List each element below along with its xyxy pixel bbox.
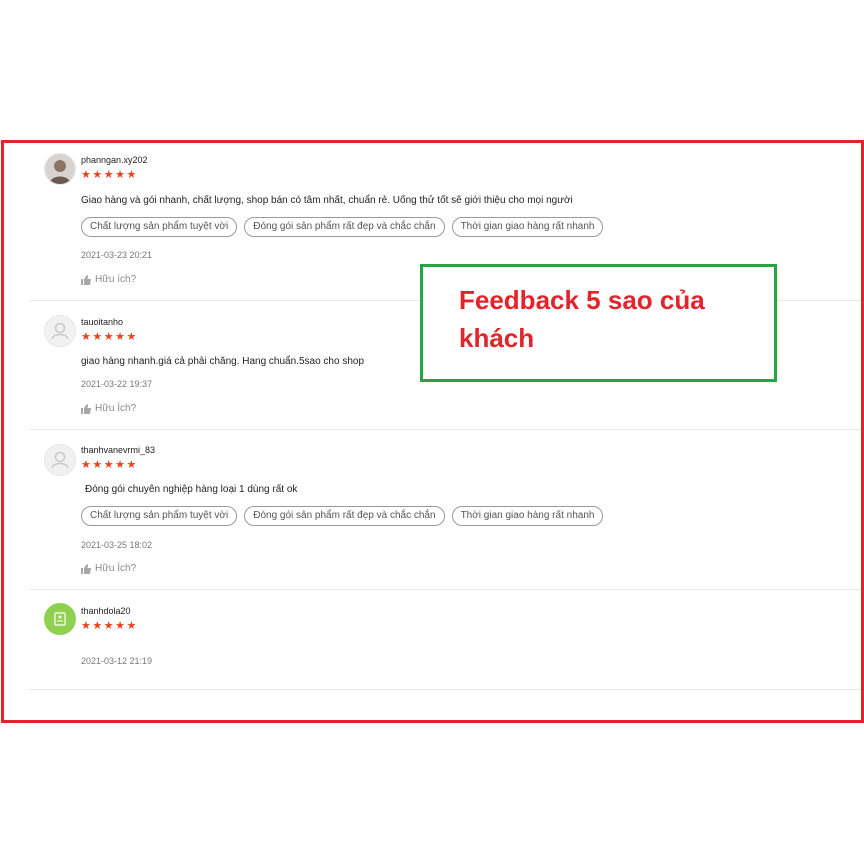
review-username[interactable]: tauoitanho [81, 317, 123, 327]
helpful-label: Hữu ích? [95, 274, 137, 285]
review-tag[interactable]: Thời gian giao hàng rất nhanh [451, 217, 604, 237]
thumbs-up-icon [81, 563, 91, 574]
helpful-button[interactable]: Hữu Ích? [81, 403, 136, 414]
review-username[interactable]: phanngan.xy202 [81, 155, 148, 165]
rating-stars: ★★★★★ [81, 169, 138, 181]
review-comment: giao hàng nhanh.giá cả phải chăng. Hang … [81, 356, 365, 367]
review-tag[interactable]: Chất lượng sản phẩm tuyệt vời [81, 217, 238, 237]
rating-stars: ★★★★★ [81, 459, 138, 471]
review-username[interactable]: thanhvanevrmi_83 [81, 445, 155, 455]
rating-stars: ★★★★★ [81, 331, 138, 343]
review-username[interactable]: thanhdola20 [81, 606, 131, 616]
default-user-icon [45, 445, 75, 475]
review-tag[interactable]: Chất lượng sản phẩm tuyệt vời [81, 506, 238, 526]
default-user-icon [45, 316, 75, 346]
review-date: 2021-03-23 20:21 [81, 250, 153, 260]
thumbs-up-icon [81, 403, 91, 414]
review-tag[interactable]: Đóng gói sản phẩm rất đẹp và chắc chắn [244, 506, 445, 526]
user-avatar[interactable] [44, 603, 76, 635]
review-tags: Chất lượng sản phẩm tuyệt vời Đóng gói s… [81, 506, 604, 526]
review-divider [29, 589, 861, 590]
helpful-button[interactable]: Hữu Ích? [81, 563, 136, 574]
feedback-callout-box: Feedback 5 sao của khách [420, 264, 777, 382]
review-tag[interactable]: Đóng gói sản phẩm rất đẹp và chắc chắn [244, 217, 445, 237]
user-avatar[interactable] [44, 444, 76, 476]
review-comment: Giao hàng và gói nhanh, chất lượng, shop… [81, 195, 573, 206]
review-comment: Đóng gói chuyên nghiệp hàng loại 1 dùng … [85, 484, 298, 495]
review-divider [29, 689, 861, 690]
helpful-label: Hữu Ích? [95, 563, 137, 574]
reviews-panel: phanngan.xy202 ★★★★★ Giao hàng và gói nh… [1, 140, 864, 723]
rating-stars: ★★★★★ [81, 620, 138, 632]
helpful-button[interactable]: Hữu ích? [81, 274, 136, 285]
thumbs-up-icon [81, 274, 91, 285]
review-tag[interactable]: Thời gian giao hàng rất nhanh [451, 506, 604, 526]
callout-text: Feedback 5 sao của khách [459, 285, 705, 353]
user-avatar[interactable] [44, 315, 76, 347]
review-tags: Chất lượng sản phẩm tuyệt vời Đóng gói s… [81, 217, 604, 237]
review-date: 2021-03-22 19:37 [81, 379, 153, 389]
helpful-label: Hữu Ích? [95, 403, 137, 414]
review-divider [29, 429, 861, 430]
review-date: 2021-03-12 21:19 [81, 656, 153, 666]
user-avatar[interactable] [44, 153, 76, 185]
app-avatar-icon [45, 604, 75, 634]
review-date: 2021-03-25 18:02 [81, 540, 153, 550]
